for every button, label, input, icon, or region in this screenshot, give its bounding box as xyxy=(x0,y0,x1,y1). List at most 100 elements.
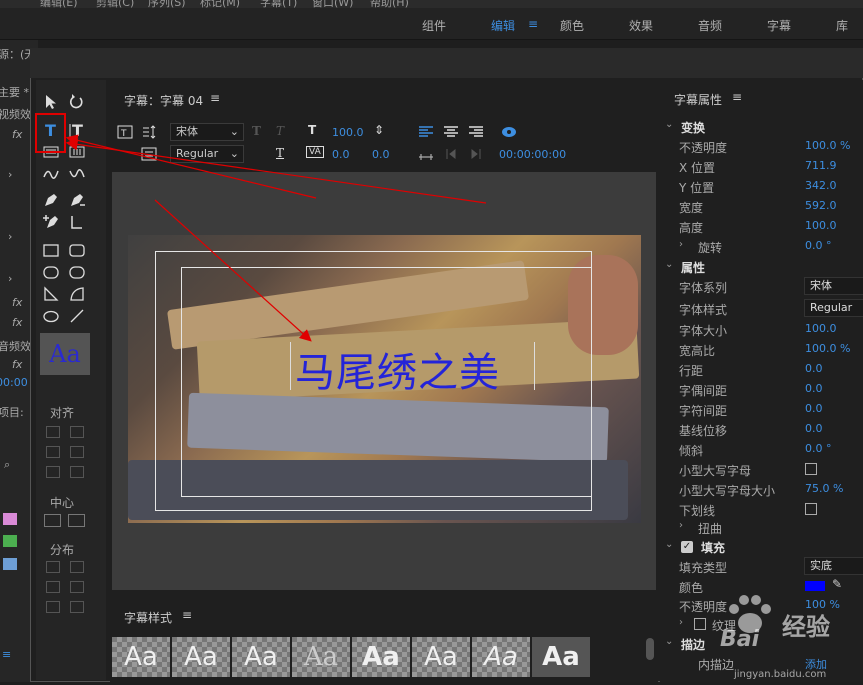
transform-group[interactable]: ⌄ 变换 xyxy=(660,119,863,137)
center-horizontal-icon[interactable] xyxy=(44,514,61,527)
style-swatch[interactable]: Aa xyxy=(352,637,410,677)
ellipse-tool-icon[interactable] xyxy=(40,306,62,326)
menu-marker[interactable]: 标记(M) xyxy=(200,0,240,8)
tracking-value[interactable]: 0.0 xyxy=(805,402,823,415)
font-size-value[interactable]: 100.0 xyxy=(805,322,837,335)
panel-menu-icon[interactable]: ≡ xyxy=(210,91,220,105)
selection-tool-icon[interactable] xyxy=(40,92,62,112)
list-view-icon[interactable]: ≡ xyxy=(2,648,11,661)
vertical-path-type-tool-icon[interactable] xyxy=(66,164,88,184)
workspace-menu-icon[interactable]: ≡ xyxy=(528,17,538,31)
style-swatch[interactable]: Aa xyxy=(172,637,230,677)
small-caps-size-value[interactable]: 75.0 % xyxy=(805,482,843,495)
slant-value[interactable]: 0.0 ° xyxy=(805,442,832,455)
align-right-icon[interactable] xyxy=(465,122,487,142)
style-swatch[interactable]: Aa xyxy=(412,637,470,677)
rectangle-tool-icon[interactable] xyxy=(40,240,62,260)
scrollbar[interactable] xyxy=(646,638,654,660)
delete-anchor-tool-icon[interactable] xyxy=(66,190,88,210)
align-center-icon[interactable] xyxy=(440,122,462,142)
wedge-tool-icon[interactable] xyxy=(40,284,62,304)
align-right-icon[interactable] xyxy=(70,446,84,458)
distribute-icon[interactable] xyxy=(70,561,84,573)
style-swatch[interactable]: Aa xyxy=(232,637,290,677)
tab-left-icon[interactable] xyxy=(440,144,462,164)
fill-group[interactable]: ⌄ ✓ 填充 xyxy=(660,539,863,557)
tab-right-icon[interactable] xyxy=(465,144,487,164)
rotation-value[interactable]: 0.0 ° xyxy=(805,239,832,252)
center-vertical-icon[interactable] xyxy=(68,514,85,527)
fx-icon[interactable]: fx xyxy=(12,358,22,371)
align-v-center-icon[interactable] xyxy=(70,426,84,438)
roll-crawl-icon[interactable] xyxy=(138,122,160,142)
title-canvas[interactable]: 马尾绣之美 xyxy=(112,172,656,590)
fill-type-dropdown[interactable]: 实底 xyxy=(804,557,863,575)
style-swatch[interactable]: Aa xyxy=(292,637,350,677)
font-style-dropdown[interactable]: Regular ⌄ xyxy=(170,145,244,163)
vertical-area-type-tool-icon[interactable] xyxy=(66,142,88,162)
texture-checkbox[interactable] xyxy=(694,618,706,630)
timecode[interactable]: 00:00:00:00 xyxy=(499,148,566,161)
line-tool-icon[interactable] xyxy=(66,306,88,326)
panel-menu-icon[interactable]: ≡ xyxy=(182,608,192,622)
style-swatch[interactable]: Aa xyxy=(532,637,590,677)
menu-edit[interactable]: 编辑(E) xyxy=(40,0,78,8)
new-title-icon[interactable]: T xyxy=(114,122,136,142)
fill-checkbox[interactable]: ✓ xyxy=(681,541,693,553)
menu-sequence[interactable]: 序列(S) xyxy=(148,0,186,8)
style-swatch[interactable]: Aa xyxy=(112,637,170,677)
font-style-dropdown[interactable]: Regular xyxy=(804,299,863,317)
chevron-right-icon[interactable]: › xyxy=(8,168,12,181)
fx-icon[interactable]: fx xyxy=(12,296,22,309)
show-video-icon[interactable] xyxy=(498,122,520,142)
kerning-value[interactable]: 0.0 xyxy=(805,382,823,395)
tab-stop-icon[interactable] xyxy=(415,144,437,164)
menu-title[interactable]: 字幕(T) xyxy=(260,0,297,8)
chevron-right-icon[interactable]: › xyxy=(8,272,12,285)
search-icon[interactable]: ⌕ xyxy=(4,458,10,472)
distribute-icon[interactable] xyxy=(46,601,60,613)
workspace-tab-assembly[interactable]: 组件 xyxy=(422,17,446,34)
style-swatch[interactable]: Aa xyxy=(472,637,530,677)
aspect-value[interactable]: 100.0 % xyxy=(805,342,850,355)
leading-value[interactable]: 0.0 xyxy=(805,362,823,375)
align-left-icon[interactable] xyxy=(46,426,60,438)
rounded-rect-tool-icon[interactable] xyxy=(66,240,88,260)
add-anchor-tool-icon[interactable] xyxy=(40,212,62,232)
vertical-type-tool-icon[interactable]: T xyxy=(66,120,88,140)
font-size-value[interactable]: 100.0 xyxy=(332,126,364,139)
leading-value[interactable]: 0.0 xyxy=(372,148,390,161)
path-type-tool-icon[interactable] xyxy=(40,164,62,184)
properties-group[interactable]: ⌄ 属性 xyxy=(660,259,863,277)
width-value[interactable]: 592.0 xyxy=(805,199,837,212)
workspace-tab-libraries[interactable]: 库 xyxy=(836,17,848,34)
rounded-corner-rect-tool-icon[interactable] xyxy=(66,262,88,282)
align-top-icon[interactable] xyxy=(46,466,60,478)
menu-help[interactable]: 帮助(H) xyxy=(370,0,409,8)
underline-icon[interactable]: T xyxy=(276,146,284,160)
align-h-center-icon[interactable] xyxy=(46,446,60,458)
distribute-icon[interactable] xyxy=(46,581,60,593)
pen-tool-icon[interactable] xyxy=(40,190,62,210)
workspace-tab-effects[interactable]: 效果 xyxy=(629,17,653,34)
distort-row[interactable]: › 扭曲 xyxy=(660,520,863,538)
font-family-dropdown[interactable]: 宋体 ⌄ xyxy=(170,123,244,141)
title-text[interactable]: 马尾绣之美 xyxy=(295,340,500,398)
bold-icon[interactable]: T xyxy=(252,124,261,138)
opacity-value[interactable]: 100.0 % xyxy=(805,139,850,152)
rotation-row[interactable]: › 旋转 0.0 ° xyxy=(660,239,863,257)
rotation-tool-icon[interactable] xyxy=(66,92,88,112)
distribute-icon[interactable] xyxy=(70,601,84,613)
small-caps-checkbox[interactable] xyxy=(805,463,817,475)
workspace-tab-editing[interactable]: 编辑 xyxy=(491,17,515,34)
fx-icon[interactable]: fx xyxy=(12,128,22,141)
convert-anchor-tool-icon[interactable] xyxy=(66,212,88,232)
x-position-value[interactable]: 711.9 xyxy=(805,159,837,172)
workspace-tab-color[interactable]: 颜色 xyxy=(560,17,584,34)
font-family-dropdown[interactable]: 宋体 xyxy=(804,277,863,295)
align-left-icon[interactable] xyxy=(415,122,437,142)
height-value[interactable]: 100.0 xyxy=(805,219,837,232)
fx-icon[interactable]: fx xyxy=(12,316,22,329)
arc-tool-icon[interactable] xyxy=(66,284,88,304)
workspace-tab-titles[interactable]: 字幕 xyxy=(767,17,791,34)
